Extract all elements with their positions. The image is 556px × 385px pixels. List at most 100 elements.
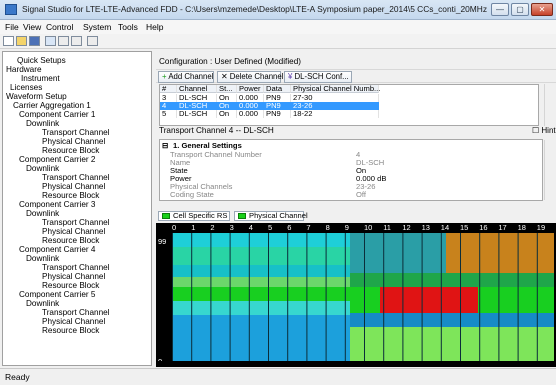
menu-help[interactable]: Help — [146, 22, 163, 32]
grid-icon[interactable] — [45, 36, 56, 46]
tree-cc3-downlink[interactable]: Downlink — [26, 209, 59, 218]
subframe-gridline — [325, 233, 327, 361]
alpha-sort-icon[interactable] — [71, 36, 82, 46]
menu-bar: File View Control System Tools Help — [0, 20, 556, 34]
status-bar: Ready — [0, 368, 556, 385]
x-tick-label: 19 — [537, 223, 545, 232]
tree-cc5[interactable]: Component Carrier 5 — [19, 290, 95, 299]
tree-cc1-resource[interactable]: Resource Block — [42, 146, 99, 155]
channel-table-scrollbar[interactable] — [544, 84, 556, 126]
subframe-gridline — [210, 233, 212, 361]
property-value[interactable]: Off — [356, 191, 366, 199]
pdsch-band — [172, 277, 350, 287]
property-row[interactable]: Physical Channels 23-26 — [160, 183, 532, 191]
cell-power: 0.000 — [237, 110, 264, 118]
table-row-selected[interactable]: 4 DL-SCH On 0.000 PN9 23-26 — [160, 102, 538, 110]
tree-cc2-transport[interactable]: Transport Channel — [42, 173, 110, 182]
subframe-gridline — [498, 233, 500, 361]
property-row[interactable]: Name DL-SCH — [160, 159, 532, 167]
tree-cc5-downlink[interactable]: Downlink — [26, 299, 59, 308]
tree-quick-setups[interactable]: Quick Setups — [17, 56, 66, 65]
tree-cc4-resource[interactable]: Resource Block — [42, 281, 99, 290]
tree-cc4-transport[interactable]: Transport Channel — [42, 263, 110, 272]
col-header-data[interactable]: Data — [264, 85, 291, 93]
delete-x-icon: ✕ — [221, 72, 228, 81]
tree-cc2-physical[interactable]: Physical Channel — [42, 182, 105, 191]
menu-system[interactable]: System — [83, 22, 111, 32]
subframe-gridline — [364, 233, 365, 361]
sort-icon[interactable] — [58, 36, 69, 46]
add-channel-label: Add Channel — [168, 72, 214, 81]
tree-cc2-resource[interactable]: Resource Block — [42, 191, 99, 200]
table-row[interactable]: 5 DL-SCH On 0.000 PN9 18-22 — [160, 110, 538, 118]
x-tick-label: 2 — [210, 223, 214, 232]
table-header: # Channel St... Power Data Physical Chan… — [160, 85, 538, 93]
right-pane: Configuration : User Defined (Modified) … — [156, 51, 556, 367]
col-header-physical-channel[interactable]: Physical Channel Numb... — [291, 85, 380, 93]
tree-hardware[interactable]: Hardware — [6, 65, 42, 74]
table-row[interactable]: 3 DL-SCH On 0.000 PN9 27-30 — [160, 94, 538, 102]
tree-licenses[interactable]: Licenses — [10, 83, 42, 92]
hint-checkbox[interactable]: ☐ Hint — [532, 126, 556, 135]
property-row[interactable]: Coding State Off — [160, 191, 532, 199]
grid-footer — [156, 361, 556, 367]
tree-cc5-transport[interactable]: Transport Channel — [42, 308, 110, 317]
tree-cc5-physical[interactable]: Physical Channel — [42, 317, 105, 326]
subframe-gridline — [440, 233, 442, 361]
subframe-gridline — [460, 233, 461, 361]
checkbox-icon[interactable] — [87, 36, 98, 46]
add-channel-button[interactable]: + Add Channel — [158, 71, 214, 83]
delete-channel-button[interactable]: ✕ Delete Channel — [217, 71, 283, 83]
close-button[interactable]: ✕ — [531, 3, 553, 16]
tree-cc3-resource[interactable]: Resource Block — [42, 236, 99, 245]
menu-file[interactable]: File — [5, 22, 19, 32]
tree-cc3-physical[interactable]: Physical Channel — [42, 227, 105, 236]
channel-table: # Channel St... Power Data Physical Chan… — [159, 84, 539, 126]
property-grid-scrollbar[interactable] — [544, 140, 556, 200]
tree-cc1-physical[interactable]: Physical Channel — [42, 137, 105, 146]
tree-cc1-downlink[interactable]: Downlink — [26, 119, 59, 128]
minimize-button[interactable]: — — [491, 3, 509, 16]
property-row[interactable]: Transport Channel Number 4 — [160, 151, 532, 159]
tree-cc1-transport[interactable]: Transport Channel — [42, 128, 110, 137]
section-title: 1. General Settings — [173, 141, 242, 150]
menu-view[interactable]: View — [23, 22, 41, 32]
title-bar: Signal Studio for LTE-LTE-Advanced FDD -… — [0, 0, 556, 20]
tree-cc4[interactable]: Component Carrier 4 — [19, 245, 95, 254]
dl-sch-conf-button[interactable]: ¥ DL-SCH Conf... — [284, 71, 352, 83]
tree-carrier-aggregation[interactable]: Carrier Aggregation 1 — [13, 101, 91, 110]
x-tick-label: 15 — [460, 223, 468, 232]
tree-cc5-resource[interactable]: Resource Block — [42, 326, 99, 335]
legend-cell-specific-rs[interactable]: Cell Specific RS — [158, 211, 230, 221]
col-header-index[interactable]: # — [160, 85, 177, 93]
col-header-state[interactable]: St... — [217, 85, 237, 93]
section-header[interactable]: ⊟ 1. General Settings — [160, 142, 532, 150]
tree-instrument[interactable]: Instrument — [21, 74, 60, 83]
col-header-channel[interactable]: Channel — [177, 85, 217, 93]
tree-cc2-downlink[interactable]: Downlink — [26, 164, 59, 173]
new-file-icon[interactable] — [3, 36, 14, 46]
legend-physical-channel[interactable]: Physical Channel — [234, 211, 308, 221]
property-row[interactable]: State On — [160, 167, 532, 175]
tree-cc4-physical[interactable]: Physical Channel — [42, 272, 105, 281]
tree-view[interactable]: Quick Setups Hardware Instrument License… — [2, 51, 152, 366]
save-icon[interactable] — [29, 36, 40, 46]
maximize-button[interactable]: ▢ — [511, 3, 529, 16]
menu-control[interactable]: Control — [46, 22, 73, 32]
tree-waveform-setup[interactable]: Waveform Setup — [6, 92, 67, 101]
green-swatch-icon — [238, 213, 246, 219]
tree-cc3-transport[interactable]: Transport Channel — [42, 218, 110, 227]
green-swatch-icon — [162, 213, 170, 219]
collapse-icon[interactable]: ⊟ — [162, 142, 168, 150]
resource-grid[interactable]: 012345678910111213141516171819990 — [156, 223, 556, 367]
tree-cc4-downlink[interactable]: Downlink — [26, 254, 59, 263]
subframe-gridline — [383, 233, 385, 361]
tree-cc1[interactable]: Component Carrier 1 — [19, 110, 95, 119]
open-folder-icon[interactable] — [16, 36, 27, 46]
col-header-power[interactable]: Power — [237, 85, 264, 93]
cell-index: 5 — [160, 110, 177, 118]
menu-tools[interactable]: Tools — [118, 22, 138, 32]
tree-cc2[interactable]: Component Carrier 2 — [19, 155, 95, 164]
x-tick-label: 13 — [422, 223, 430, 232]
tree-cc3[interactable]: Component Carrier 3 — [19, 200, 95, 209]
